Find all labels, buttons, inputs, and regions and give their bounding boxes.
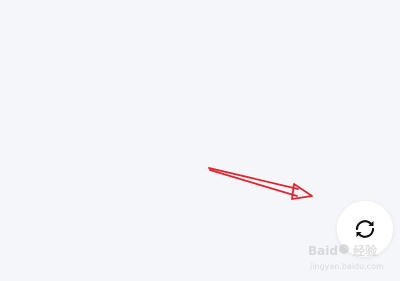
refresh-button[interactable] xyxy=(337,201,393,257)
refresh-icon xyxy=(355,220,375,238)
